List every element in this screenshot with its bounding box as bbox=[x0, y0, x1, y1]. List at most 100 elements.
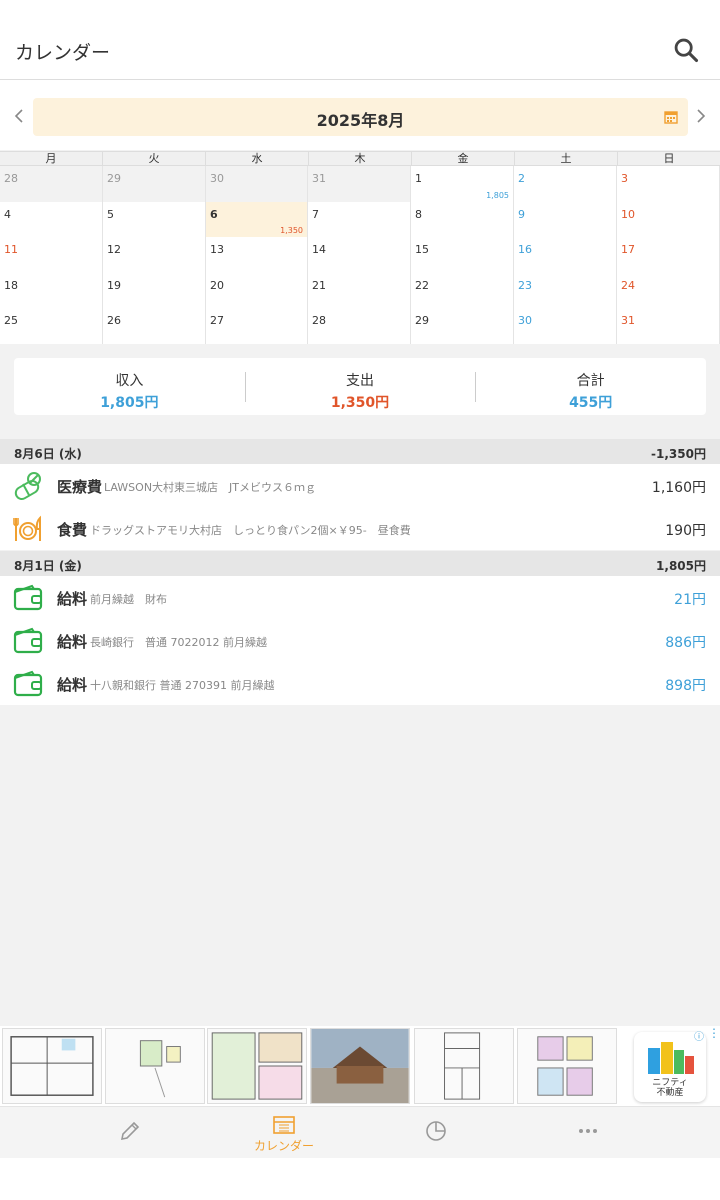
calendar-day-number: 31 bbox=[312, 172, 326, 185]
calendar-day-cell[interactable]: 28 bbox=[0, 166, 103, 202]
amount-value: 190円 bbox=[665, 523, 706, 539]
calendar-day-number: 20 bbox=[210, 278, 224, 292]
calendar-day-cell[interactable]: 24 bbox=[617, 272, 720, 309]
transaction-row[interactable]: 給料 前月繰越 財布 21円 bbox=[0, 576, 720, 619]
calendar-day-cell[interactable]: 23 bbox=[514, 272, 617, 309]
weekday-label: 火 bbox=[103, 152, 206, 165]
calendar-day-amount: 1,350 bbox=[280, 226, 303, 236]
ad-image-floorplan[interactable] bbox=[517, 1028, 617, 1104]
day-total: -1,350円 bbox=[651, 447, 706, 461]
calendar-day-cell[interactable]: 20 bbox=[206, 272, 308, 309]
calendar-icon[interactable] bbox=[664, 110, 678, 124]
day-header: 8月1日 (金) 1,805円 bbox=[0, 551, 720, 576]
memo-text: 前月繰越 財布 bbox=[90, 593, 167, 606]
category-label: 食費 bbox=[57, 521, 88, 539]
month-label: 2025年8月 bbox=[316, 111, 405, 130]
calendar-day-cell[interactable]: 27 bbox=[206, 308, 308, 344]
income-value: 1,805円 bbox=[100, 395, 159, 411]
category-label: 給料 bbox=[57, 676, 88, 694]
pencil-icon bbox=[120, 1121, 140, 1141]
calendar-day-cell[interactable]: 25 bbox=[0, 308, 103, 344]
calendar-day-cell[interactable]: 31 bbox=[308, 166, 411, 202]
day-date: 8月1日 (金) bbox=[14, 559, 82, 573]
wallet-icon bbox=[13, 584, 43, 611]
calendar-day-number: 18 bbox=[4, 278, 18, 292]
expense-value: 1,350円 bbox=[330, 395, 390, 411]
calendar-day-cell[interactable]: 19 bbox=[103, 272, 206, 309]
calendar-day-cell[interactable]: 5 bbox=[103, 201, 206, 238]
calendar-day-cell[interactable]: 16 bbox=[514, 237, 617, 273]
expense-summary: 支出 1,350円 bbox=[244, 358, 476, 415]
calendar-day-cell[interactable]: 15 bbox=[411, 237, 514, 273]
calendar-day-cell[interactable]: 31 bbox=[617, 308, 720, 344]
calendar-day-cell[interactable]: 11 bbox=[0, 237, 103, 273]
calendar-day-number: 19 bbox=[107, 278, 121, 292]
tab-more[interactable] bbox=[498, 1107, 678, 1159]
calendar-day-number: 30 bbox=[518, 314, 532, 328]
ad-more-icon[interactable]: ⋮ bbox=[708, 1026, 720, 1040]
calendar-day-cell[interactable]: 6 1,350 bbox=[206, 201, 308, 238]
calendar-day-cell[interactable]: 14 bbox=[308, 237, 411, 273]
ad-image-floorplan[interactable] bbox=[414, 1028, 514, 1104]
expense-label: 支出 bbox=[346, 373, 374, 389]
calendar-day-number: 28 bbox=[312, 314, 326, 328]
calendar-day-cell[interactable]: 12 bbox=[103, 237, 206, 273]
calendar-day-cell[interactable]: 1 1,805 bbox=[411, 166, 514, 202]
search-icon[interactable] bbox=[672, 36, 700, 64]
transaction-row[interactable]: 食費 ドラッグストアモリ大村店 しっとり食パン2個×￥95- 昼食費 190円 bbox=[0, 507, 720, 550]
medicine-icon bbox=[14, 472, 41, 500]
calendar-day-cell[interactable]: 3 bbox=[617, 166, 720, 202]
calendar-day-cell[interactable]: 8 bbox=[411, 201, 514, 238]
calendar-day-cell[interactable]: 29 bbox=[411, 308, 514, 344]
calendar-day-cell[interactable]: 4 bbox=[0, 201, 103, 238]
ad-banner[interactable]: ニフティ 不動産 ⓘ ⋮ bbox=[0, 1026, 720, 1106]
calendar-day-cell[interactable]: 10 bbox=[617, 201, 720, 238]
category-label: 医療費 bbox=[57, 478, 103, 496]
calendar-day-number: 14 bbox=[312, 243, 326, 257]
summary-card: 収入 1,805円 支出 1,350円 合計 455円 bbox=[14, 358, 706, 415]
calendar-day-cell[interactable]: 17 bbox=[617, 237, 720, 273]
transaction-row[interactable]: 医療費 LAWSON大村東三城店 JTメビウス６ｍｇ 1,160円 bbox=[0, 464, 720, 507]
calendar-day-cell[interactable]: 30 bbox=[514, 308, 617, 344]
calendar-day-number: 28 bbox=[4, 172, 18, 185]
system-nav-area bbox=[0, 1158, 720, 1200]
tab-input[interactable] bbox=[40, 1107, 220, 1159]
total-value: 455円 bbox=[569, 395, 613, 411]
calendar-day-number: 21 bbox=[312, 278, 326, 292]
calendar-day-cell[interactable]: 26 bbox=[103, 308, 206, 344]
calendar-day-number: 24 bbox=[621, 278, 635, 292]
transaction-row[interactable]: 給料 長崎銀行 普通 7022012 前月繰越 886円 bbox=[0, 619, 720, 662]
calendar-day-cell[interactable]: 28 bbox=[308, 308, 411, 344]
weekday-header: 月 火 水 木 金 土 日 bbox=[0, 151, 720, 166]
calendar-day-cell[interactable]: 2 bbox=[514, 166, 617, 202]
calendar-day-cell[interactable]: 13 bbox=[206, 237, 308, 273]
calendar-day-number: 10 bbox=[621, 207, 635, 221]
app-bar: カレンダー bbox=[0, 0, 720, 80]
calendar-day-cell[interactable]: 29 bbox=[103, 166, 206, 202]
ad-image-floorplan[interactable] bbox=[207, 1028, 307, 1104]
bottom-navigation: カレンダー bbox=[0, 1106, 720, 1158]
transaction-row[interactable]: 給料 十八親和銀行 普通 270391 前月繰越 898円 bbox=[0, 662, 720, 705]
ad-image-floorplan[interactable] bbox=[105, 1028, 205, 1104]
chevron-left-icon[interactable] bbox=[12, 108, 26, 124]
calendar-day-cell[interactable]: 21 bbox=[308, 272, 411, 309]
ad-image-floorplan[interactable] bbox=[2, 1028, 102, 1104]
calendar-day-cell[interactable]: 18 bbox=[0, 272, 103, 309]
weekday-label: 土 bbox=[515, 152, 618, 165]
chevron-right-icon[interactable] bbox=[694, 108, 708, 124]
calendar-day-number: 25 bbox=[4, 314, 18, 328]
category-label: 給料 bbox=[57, 590, 88, 608]
calendar-day-cell[interactable]: 9 bbox=[514, 201, 617, 238]
ad-info-icon[interactable]: ⓘ bbox=[694, 1028, 704, 1043]
calendar-day-cell[interactable]: 22 bbox=[411, 272, 514, 309]
calendar-day-number: 31 bbox=[621, 314, 635, 328]
calendar-icon bbox=[273, 1116, 295, 1134]
calendar-day-cell[interactable]: 7 bbox=[308, 201, 411, 238]
day-date: 8月6日 (水) bbox=[14, 447, 82, 461]
total-label: 合計 bbox=[576, 373, 605, 389]
ad-image-house-photo[interactable] bbox=[310, 1028, 410, 1104]
more-icon bbox=[579, 1129, 597, 1133]
amount-value: 898円 bbox=[665, 678, 706, 694]
month-pill[interactable]: 2025年8月 bbox=[33, 98, 688, 136]
calendar-day-cell[interactable]: 30 bbox=[206, 166, 308, 202]
